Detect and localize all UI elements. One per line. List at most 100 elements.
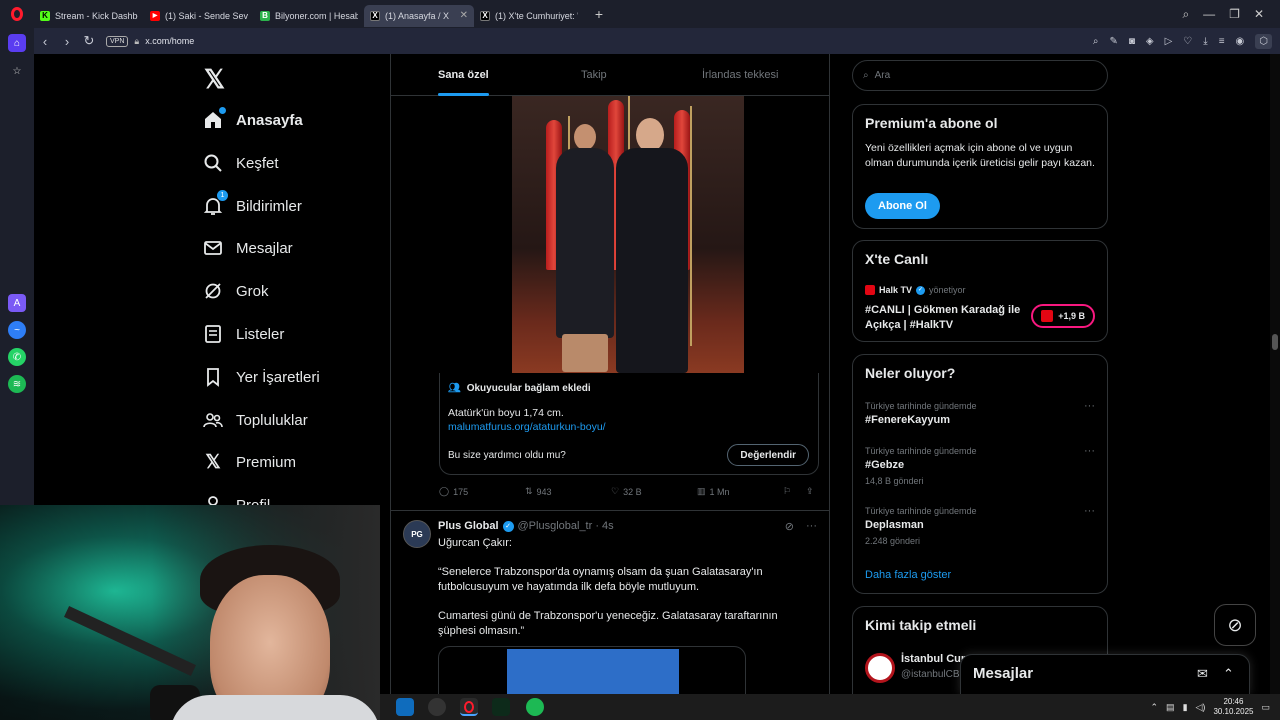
clock[interactable]: 20:46 30.10.2025 bbox=[1213, 697, 1253, 717]
more-icon[interactable]: ··· bbox=[1084, 445, 1095, 457]
browser-tab-active[interactable]: X (1) Anasayfa / X ✕ bbox=[364, 4, 474, 27]
extensions-icon[interactable]: ⬡ bbox=[1255, 33, 1272, 49]
nav-item-grok[interactable]: Grok bbox=[202, 276, 269, 306]
menu-icon[interactable]: ≡ bbox=[1219, 36, 1225, 47]
nav-item-explore[interactable]: Keşfet bbox=[202, 148, 279, 178]
spotify-icon[interactable]: ≋ bbox=[8, 375, 26, 393]
reply-button[interactable]: ◯ 175 bbox=[439, 486, 468, 497]
new-tab-button[interactable]: + bbox=[590, 5, 608, 23]
browser-tab[interactable]: ▶ (1) Saki - Sende Sev Ama bbox=[144, 5, 254, 27]
x-logo-icon[interactable]: 𝕏 bbox=[204, 64, 225, 95]
close-window-icon[interactable]: ✕ bbox=[1254, 7, 1264, 21]
share-button[interactable]: ⇪ bbox=[806, 486, 814, 497]
maximize-icon[interactable]: ❐ bbox=[1229, 7, 1240, 21]
tweet-header: Plus Global ✓ @Plusglobal_tr · 4s bbox=[438, 520, 614, 532]
live-host[interactable]: Halk TV ✓ yönetiyor bbox=[865, 285, 966, 295]
kick-icon[interactable] bbox=[492, 698, 510, 716]
mic-icon[interactable]: ▮ bbox=[1183, 702, 1188, 713]
live-stream-title[interactable]: #CANLI | Gökmen Karadağ ile Açıkça | #Ha… bbox=[865, 303, 1035, 333]
edit-icon[interactable]: ✎ bbox=[1109, 36, 1117, 47]
repost-button[interactable]: ⇅ 943 bbox=[525, 486, 552, 497]
search-tabs-icon[interactable]: ⌕ bbox=[1182, 7, 1189, 22]
trends-title: Neler oluyor? bbox=[865, 365, 956, 381]
opera-logo-icon[interactable] bbox=[0, 0, 34, 28]
bookmark-button[interactable]: ⚐ bbox=[783, 486, 791, 497]
forward-icon[interactable]: › bbox=[56, 34, 78, 49]
nav-item-notifications[interactable]: 1 Bildirimler bbox=[202, 190, 302, 221]
browser-tab[interactable]: B Bilyoner.com | Hesabım | bbox=[254, 5, 364, 27]
messenger-icon[interactable]: ~ bbox=[8, 321, 26, 339]
reply-icon: ◯ bbox=[439, 486, 450, 496]
show-more-link[interactable]: Daha fazla göster bbox=[865, 569, 951, 581]
shield-icon[interactable]: ◈ bbox=[1146, 36, 1154, 47]
url-field[interactable]: x.com/home bbox=[145, 36, 194, 46]
author-name[interactable]: Plus Global bbox=[438, 520, 499, 532]
views-button[interactable]: ▥ 1 Mn bbox=[697, 486, 730, 497]
reload-icon[interactable]: ↻ bbox=[78, 33, 100, 49]
avatar[interactable] bbox=[865, 653, 895, 683]
subscribe-button[interactable]: Abone Ol bbox=[865, 193, 940, 219]
grok-button[interactable]: ⊘ bbox=[1214, 604, 1256, 646]
tab-for-you[interactable]: Sana özel bbox=[438, 54, 489, 96]
back-icon[interactable]: ‹ bbox=[34, 34, 56, 49]
aria-icon[interactable]: A bbox=[8, 294, 26, 312]
tab-following[interactable]: Takip bbox=[581, 54, 607, 96]
tweet-actions: ◯ 175 ⇅ 943 ♡ 32 B ▥ 1 Mn ⚐ ⇪ bbox=[439, 486, 819, 502]
notifications-icon[interactable]: ▭ bbox=[1261, 702, 1270, 713]
more-icon[interactable]: ··· bbox=[806, 520, 817, 533]
note-link[interactable]: malumatfurus.org/ataturkun-boyu/ bbox=[448, 421, 606, 433]
host-role: yönetiyor bbox=[929, 285, 966, 295]
tweet-image[interactable] bbox=[512, 96, 744, 373]
vpn-badge[interactable]: VPN bbox=[106, 35, 129, 47]
nav-item-lists[interactable]: Listeler bbox=[202, 319, 284, 349]
chevron-up-icon[interactable]: ⌃ bbox=[1151, 702, 1159, 713]
follow-handle[interactable]: @istanbulCB bbox=[901, 669, 960, 680]
trend-name[interactable]: #FenereKayyum bbox=[865, 414, 950, 426]
profile-icon[interactable]: ◉ bbox=[1236, 36, 1245, 47]
like-button[interactable]: ♡ 32 B bbox=[611, 486, 642, 497]
camera-icon[interactable]: ◙ bbox=[1129, 36, 1135, 47]
home-icon[interactable]: ⌂ bbox=[8, 34, 26, 52]
opera-icon[interactable] bbox=[460, 698, 478, 716]
messages-drawer[interactable]: Mesajlar ✉ ⌃ bbox=[960, 654, 1250, 694]
star-icon[interactable]: ☆ bbox=[8, 62, 26, 80]
obs-icon[interactable] bbox=[428, 698, 446, 716]
author-handle[interactable]: @Plusglobal_tr · 4s bbox=[518, 520, 614, 532]
rate-button[interactable]: Değerlendir bbox=[727, 444, 809, 466]
nav-item-messages[interactable]: Mesajlar bbox=[202, 233, 293, 263]
person-body bbox=[616, 148, 688, 373]
nav-item-premium[interactable]: 𝕏 Premium bbox=[202, 447, 296, 477]
browser-tab[interactable]: K Stream - Kick Dashboard bbox=[34, 5, 144, 27]
live-listeners-pill[interactable]: +1,9 B bbox=[1031, 304, 1095, 328]
expand-icon[interactable]: ⌃ bbox=[1223, 666, 1234, 682]
zoom-icon[interactable]: ⌕ bbox=[1093, 36, 1099, 47]
download-icon[interactable]: ⤓ bbox=[1203, 36, 1207, 47]
tab-community[interactable]: İrlandas tekkesi bbox=[702, 54, 778, 96]
trend-meta: Türkiye tarihinde gündemde bbox=[865, 401, 977, 411]
volume-icon[interactable]: ◁) bbox=[1196, 702, 1206, 713]
play-icon[interactable]: ▷ bbox=[1165, 36, 1173, 47]
close-icon[interactable]: ✕ bbox=[460, 10, 468, 21]
search-input[interactable]: ⌕ Ara bbox=[852, 60, 1108, 91]
avatar[interactable]: PG bbox=[403, 520, 431, 548]
whatsapp-icon[interactable]: ✆ bbox=[8, 348, 26, 366]
scrollbar-thumb[interactable] bbox=[1272, 334, 1278, 350]
more-icon[interactable]: ··· bbox=[1084, 505, 1095, 517]
network-icon[interactable]: ▤ bbox=[1166, 702, 1175, 713]
browser-tab[interactable]: X (1) X'te Cumhuriyet: "Saygı bbox=[474, 5, 584, 27]
outlook-icon[interactable] bbox=[396, 698, 414, 716]
trend-name[interactable]: Deplasman bbox=[865, 519, 924, 531]
nav-item-home[interactable]: Anasayfa bbox=[202, 105, 303, 135]
main-feed: Sana özel Takip İrlandas tekkesi 👥︎ Okuy… bbox=[390, 54, 830, 720]
spotify-icon[interactable] bbox=[526, 698, 544, 716]
minimize-icon[interactable]: — bbox=[1203, 7, 1215, 21]
page-scrollbar[interactable] bbox=[1270, 54, 1280, 694]
heart-icon[interactable]: ♡ bbox=[1183, 36, 1192, 47]
more-icon[interactable]: ··· bbox=[1084, 400, 1095, 412]
nav-item-communities[interactable]: Topluluklar bbox=[202, 405, 308, 435]
grok-icon[interactable]: ⊘ bbox=[785, 520, 794, 533]
new-message-icon[interactable]: ✉ bbox=[1197, 666, 1208, 682]
trend-name[interactable]: #Gebze bbox=[865, 459, 904, 471]
nav-item-bookmarks[interactable]: Yer İşaretleri bbox=[202, 362, 320, 392]
nav-label: Keşfet bbox=[236, 154, 279, 172]
